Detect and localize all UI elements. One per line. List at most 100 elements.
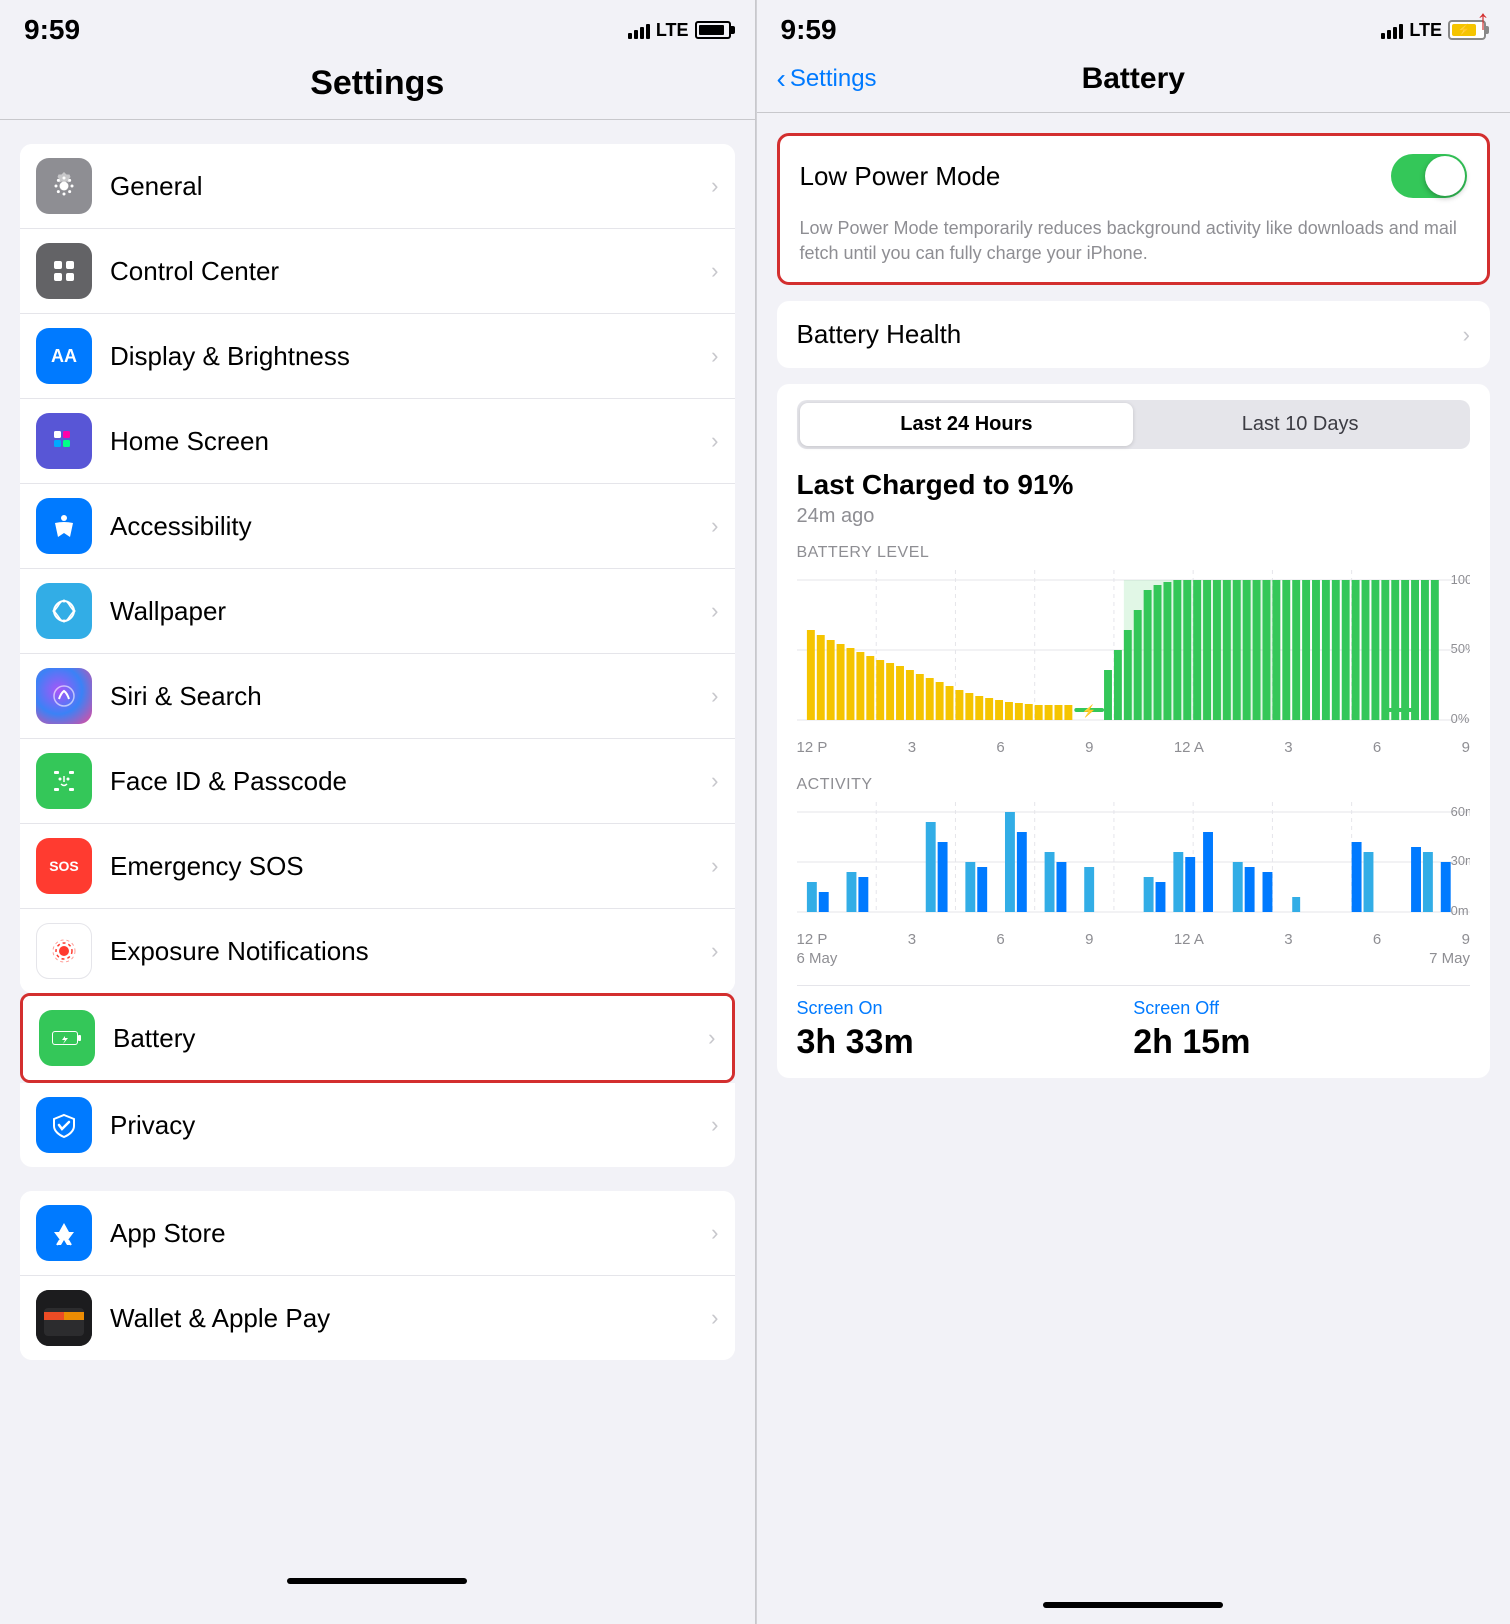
settings-item-faceid[interactable]: Face ID & Passcode › [20,739,735,824]
svg-text:0%: 0% [1450,711,1469,726]
screen-off-label: Screen Off [1133,998,1470,1019]
settings-item-general[interactable]: General › [20,144,735,229]
battery-label: Battery [113,1023,708,1054]
privacy-label: Privacy [110,1110,711,1141]
lpm-row: Low Power Mode [780,136,1488,216]
accessibility-chevron: › [711,513,718,539]
right-home-indicator [1043,1602,1223,1608]
back-label: Settings [790,65,877,93]
control-center-label: Control Center [110,256,711,287]
battery-health-card[interactable]: Battery Health › [777,301,1491,368]
battery-content: Low Power Mode Low Power Mode temporaril… [757,113,1510,1078]
activity-date-axis: 6 May 7 May [797,948,1471,969]
settings-item-privacy[interactable]: Privacy › [20,1083,735,1167]
wallpaper-icon [36,583,92,639]
settings-item-battery[interactable]: Battery › [23,996,732,1080]
seg-24h[interactable]: Last 24 Hours [800,403,1134,446]
exposure-label: Exposure Notifications [110,936,711,967]
battery-health-label: Battery Health [797,319,962,350]
faceid-label: Face ID & Passcode [110,766,711,797]
general-chevron: › [711,173,718,199]
toggle-knob [1425,156,1465,196]
lpm-label: Low Power Mode [800,161,1001,192]
exposure-chevron: › [711,938,718,964]
accessibility-icon [36,498,92,554]
left-title-bar: Settings [0,54,755,120]
display-chevron: › [711,343,718,369]
siri-label: Siri & Search [110,681,711,712]
settings-item-wallet[interactable]: Wallet & Apple Pay › [20,1276,735,1360]
lpm-description: Low Power Mode temporarily reduces backg… [780,216,1488,282]
settings-item-wallpaper[interactable]: Wallpaper › [20,569,735,654]
right-nav-bar: ↑ ‹ Settings Battery [757,54,1510,113]
wallpaper-chevron: › [711,598,718,624]
appstore-chevron: › [711,1220,718,1246]
wallet-chevron: › [711,1305,718,1331]
exposure-icon [36,923,92,979]
svg-text:30m: 30m [1450,853,1470,868]
general-icon [36,158,92,214]
home-screen-icon [36,413,92,469]
appstore-icon [36,1205,92,1261]
privacy-icon [36,1097,92,1153]
settings-item-exposure[interactable]: Exposure Notifications › [20,909,735,993]
faceid-chevron: › [711,768,718,794]
svg-text:60m: 60m [1450,804,1470,819]
screen-time-row: Screen On 3h 33m Screen Off 2h 15m [797,985,1471,1062]
svg-text:100%: 100% [1450,572,1470,587]
home-screen-label: Home Screen [110,426,711,457]
battery-bolt-icon: ⚡ [1457,24,1471,37]
chart-section: Last 24 Hours Last 10 Days Last Charged … [777,384,1491,1078]
appstore-label: App Store [110,1218,711,1249]
last-charged-heading: Last Charged to 91% [797,469,1471,501]
sos-label: Emergency SOS [110,851,711,882]
screen-off-item: Screen Off 2h 15m [1133,998,1470,1062]
display-label: Display & Brightness [110,341,711,372]
settings-item-display[interactable]: AA Display & Brightness › [20,314,735,399]
settings-item-control-center[interactable]: Control Center › [20,229,735,314]
screen-off-value: 2h 15m [1133,1023,1470,1062]
activity-chart: 60m 30m 0m 12 P 3 6 9 12 A 3 6 9 6 [797,802,1471,969]
wallpaper-label: Wallpaper [110,596,711,627]
settings-item-accessibility[interactable]: Accessibility › [20,484,735,569]
settings-item-home-screen[interactable]: Home Screen › [20,399,735,484]
left-status-icons: LTE [628,20,731,41]
screen-on-label: Screen On [797,998,1134,1019]
siri-icon [36,668,92,724]
battery-level-chart: ⚡ [797,570,1471,756]
battery-status-icon [695,21,731,39]
right-page-title: Battery [1082,62,1185,96]
lte-label: LTE [656,20,689,41]
back-button[interactable]: ‹ Settings [777,63,877,95]
left-status-bar: 9:59 LTE [0,0,755,54]
right-panel: 9:59 LTE ⚡ ↑ ‹ Settings Battery [756,0,1510,1624]
right-time: 9:59 [781,14,837,46]
display-icon: AA [36,328,92,384]
privacy-chevron: › [711,1112,718,1138]
accessibility-label: Accessibility [110,511,711,542]
faceid-icon [36,753,92,809]
battery-icon-left [39,1010,95,1066]
right-status-bar: 9:59 LTE ⚡ [757,0,1510,54]
back-chevron-icon: ‹ [777,63,786,95]
battery-x-axis: 12 P 3 6 9 12 A 3 6 9 [797,735,1471,756]
left-time: 9:59 [24,14,80,46]
home-screen-chevron: › [711,428,718,454]
sos-chevron: › [711,853,718,879]
left-panel: 9:59 LTE Settings General › [0,0,755,1624]
screen-on-item: Screen On 3h 33m [797,998,1134,1062]
settings-item-appstore[interactable]: App Store › [20,1191,735,1276]
time-range-segmented-control[interactable]: Last 24 Hours Last 10 Days [797,400,1471,449]
signal-icon [628,21,650,39]
settings-item-siri[interactable]: Siri & Search › [20,654,735,739]
left-home-indicator [287,1578,467,1584]
right-lte-label: LTE [1409,20,1442,41]
low-power-mode-toggle[interactable] [1391,154,1467,198]
settings-item-sos[interactable]: SOS Emergency SOS › [20,824,735,909]
battery-level-label: BATTERY LEVEL [797,544,1471,562]
control-center-icon [36,243,92,299]
battery-health-row[interactable]: Battery Health › [777,301,1491,368]
seg-10d[interactable]: Last 10 Days [1133,403,1467,446]
general-label: General [110,171,711,202]
privacy-section: Privacy › [20,1083,735,1167]
